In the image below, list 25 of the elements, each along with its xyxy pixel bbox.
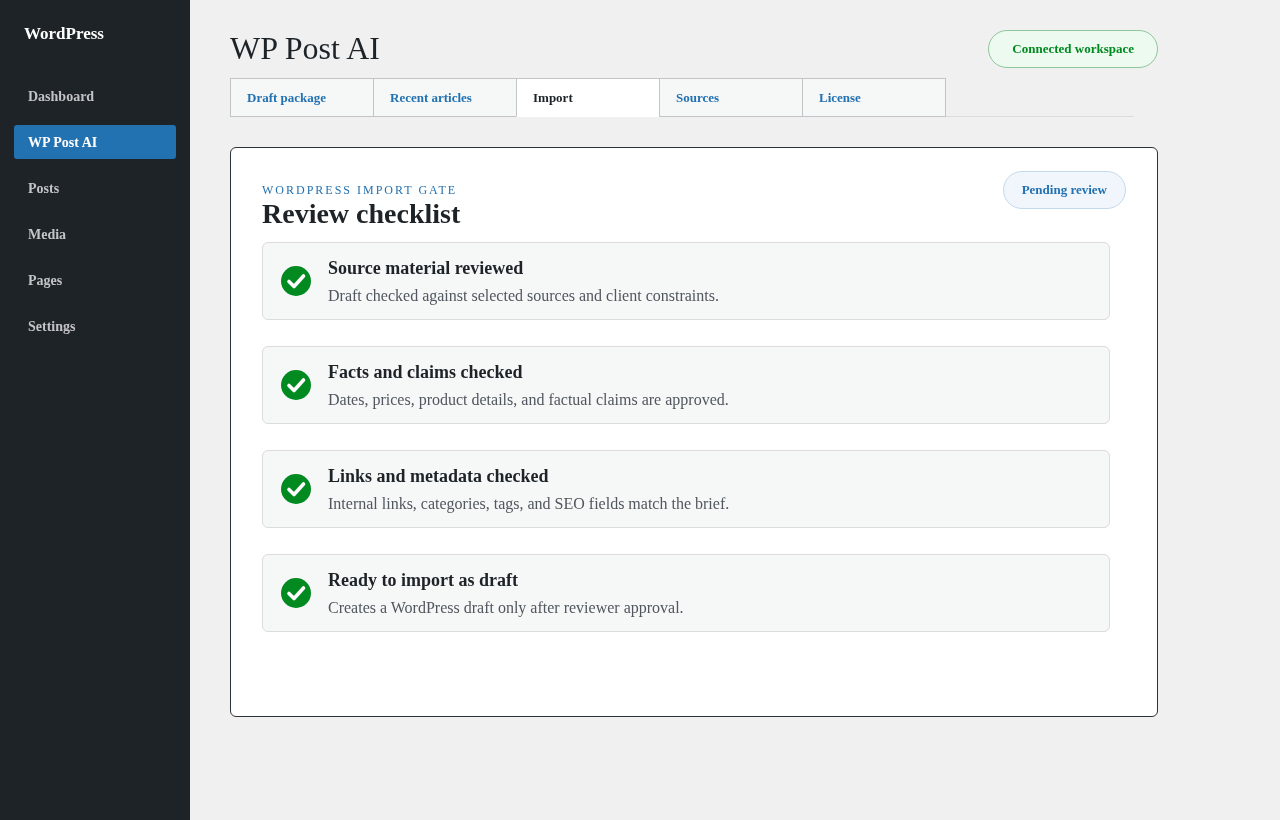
item-title: Ready to import as draft [328, 568, 518, 591]
section-eyebrow: WORDPRESS IMPORT GATE [262, 182, 458, 198]
item-description: Dates, prices, product details, and factual claims are approved. [328, 389, 729, 410]
item-description: Draft checked against selected sources and client constraints. [328, 285, 719, 306]
item-description: Creates a WordPress draft only after reviewer approval. [328, 597, 684, 618]
item-title: Facts and claims checked [328, 360, 523, 383]
nav-item[interactable]: Media [14, 217, 176, 251]
nav-item[interactable]: Posts [14, 171, 176, 205]
panel-title: Review checklist [262, 198, 461, 230]
status-badge: Pending review [1002, 171, 1126, 209]
nav-item[interactable]: Settings [14, 309, 176, 343]
tab[interactable]: Recent articles [373, 78, 517, 117]
tab[interactable]: Draft package [230, 78, 374, 117]
item-title: Links and metadata checked [328, 464, 549, 487]
item-description: Internal links, categories, tags, and SEO fields match the brief. [328, 493, 730, 514]
tab[interactable]: Sources [659, 78, 803, 117]
nav-item[interactable]: WP Post AI [14, 125, 176, 159]
nav-item[interactable]: Dashboard [14, 79, 176, 113]
status-badge: Connected workspace [988, 30, 1158, 68]
nav-item[interactable]: Pages [14, 263, 176, 297]
tab[interactable]: License [802, 78, 946, 117]
brand-title: WordPress [24, 24, 104, 44]
item-title: Source material reviewed [328, 256, 524, 279]
tab[interactable]: Import [516, 78, 660, 117]
page-title: WP Post AI [230, 30, 380, 66]
